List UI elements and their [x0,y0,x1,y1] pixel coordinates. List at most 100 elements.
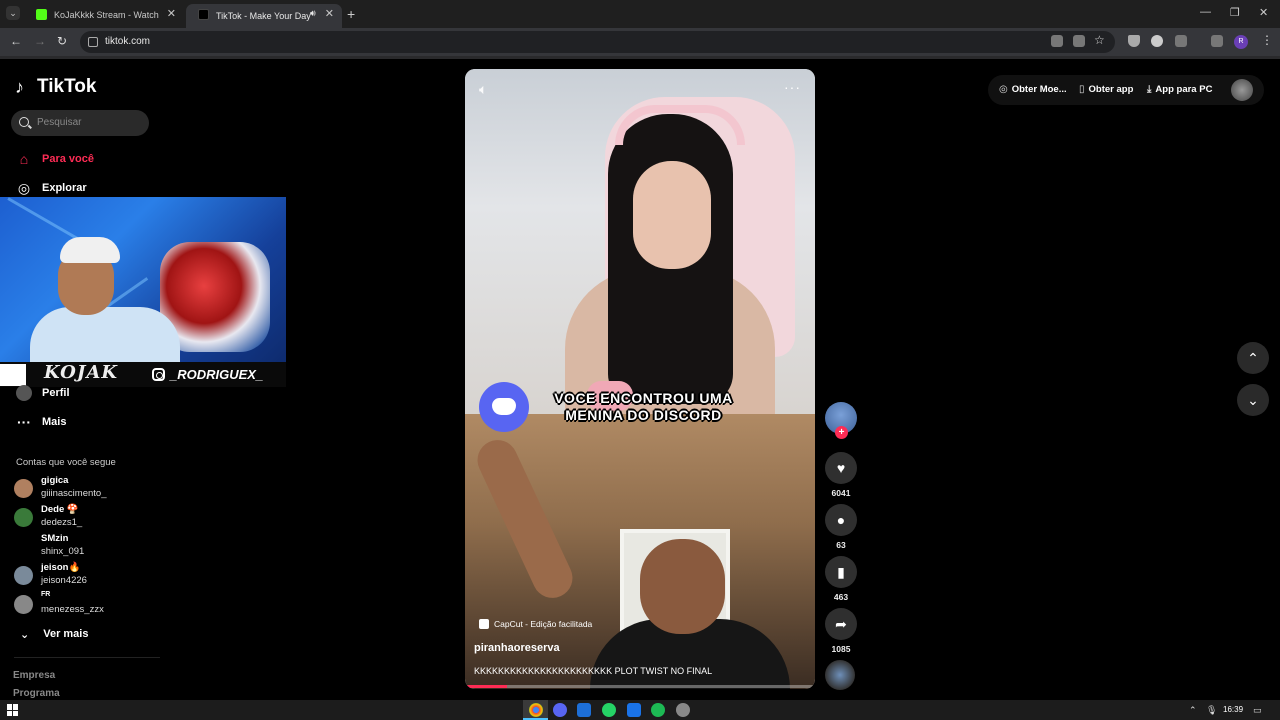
get-coins-button[interactable]: ◎ Obter Moe... [999,84,1067,95]
account-name: SMzin [41,533,69,544]
user-avatar[interactable] [1231,79,1253,101]
get-coins-label: Obter Moe... [1011,84,1067,95]
streamer-logo-text: KOJAK [44,362,118,383]
video-top-frame [465,69,815,419]
notification-icon[interactable]: ▭ [1253,705,1262,716]
discord-icon [479,382,529,432]
capcut-label: CapCut - Edição facilitada [494,619,593,629]
search-placeholder: Pesquisar [37,117,82,128]
address-bar[interactable]: tiktok.com [80,31,1115,53]
save-count: 463 [833,592,849,602]
footer-link-program[interactable]: Programa [13,688,60,699]
streamer-name-band: KOJAK _RODRIGUEX_ [0,362,286,387]
avatar [14,566,33,585]
nav-more[interactable]: ··· Mais [16,414,66,430]
nav-profile-label: Perfil [42,387,70,399]
app-taskbar-icon[interactable] [577,703,591,717]
account-name: gigica [41,475,69,486]
discord-taskbar-icon[interactable] [553,703,567,717]
microphone-icon[interactable]: 🎙︎ [1206,705,1217,716]
like-button[interactable]: ♥ [825,452,857,484]
instagram-handle: _RODRIGUEX_ [152,367,263,382]
save-button[interactable]: ▮ [825,556,857,588]
get-app-label: Obter app [1088,84,1134,95]
more-options-icon[interactable]: ··· [784,79,801,95]
install-app-icon[interactable] [1073,35,1085,47]
video-player[interactable]: VOCE ENCONTROU UMA MENINA DO DISCORD 🔈︎ … [465,69,815,689]
account-username: jeison4226 [41,575,87,586]
video-author[interactable]: piranhaoreserva [474,642,560,654]
account-username: giiinascimento_ [41,488,107,499]
capcut-tag[interactable]: CapCut - Edição facilitada [479,619,592,629]
terminal-icon[interactable] [627,703,641,717]
tab-tiktok[interactable]: TikTok - Make Your Day 🔊︎ ✕ [186,4,342,28]
following-section-title: Contas que você segue [16,457,116,468]
settings-taskbar-icon[interactable] [676,703,690,717]
url-text: tiktok.com [105,36,151,47]
music-disc-icon[interactable] [825,660,855,690]
compass-icon: ◎ [17,180,31,196]
search-input[interactable]: Pesquisar [11,110,149,136]
tiktok-page: ♪ TikTok Pesquisar ⌂ Para você ◎ Explora… [0,59,1280,700]
share-button[interactable]: ➦ [825,608,857,640]
tray-chevron-icon[interactable]: ⌃ [1189,705,1197,716]
follow-plus-icon[interactable]: + [835,426,848,439]
close-tab-icon[interactable]: ✕ [325,7,334,20]
person-face [633,161,711,269]
pc-app-button[interactable]: ⤓ App para PC [1147,84,1212,95]
bookmark-star-icon[interactable]: ☆ [1094,33,1105,47]
tab-search-button[interactable]: ⌄ [6,6,20,20]
band-block [0,364,26,386]
nav-explore-label: Explorar [42,182,87,194]
shield-extension-icon[interactable] [1128,35,1140,47]
nav-profile[interactable]: Perfil [16,385,70,401]
account-username: dedezs1_ [41,517,83,528]
browser-tab-strip: ⌄ KoJaKkkk Stream - Watch Live o ✕ TikTo… [0,0,1280,28]
translate-icon[interactable] [1051,35,1063,47]
comment-button[interactable]: ● [825,504,857,536]
taskbar-clock[interactable]: 16:39 [1223,705,1243,714]
site-info-icon[interactable] [88,37,98,47]
media-controls-icon[interactable] [1211,35,1223,47]
chrome-icon[interactable] [529,703,543,717]
browser-menu-icon[interactable]: ⋮ [1261,33,1273,47]
tab-title: KoJaKkkk Stream - Watch Live o [54,10,162,20]
puzzle-extensions-icon[interactable] [1175,35,1187,47]
avatar [14,479,33,498]
tiktok-logo[interactable]: ♪ TikTok [15,76,96,98]
next-video-button[interactable]: ⌄ [1237,384,1269,416]
overlay-caption: VOCE ENCONTROU UMA MENINA DO DISCORD [554,390,733,423]
see-more-button[interactable]: ⌄ Ver mais [20,628,88,641]
see-more-label: Ver mais [43,628,89,640]
tab-kick-stream[interactable]: KoJaKkkk Stream - Watch Live o ✕ [24,4,184,26]
nav-for-you[interactable]: ⌂ Para você [16,151,94,167]
nav-explore[interactable]: ◎ Explorar [16,180,87,196]
headphones [615,105,745,145]
forward-icon[interactable]: → [34,34,46,48]
previous-video-button[interactable]: ⌃ [1237,342,1269,374]
instagram-icon [152,368,165,381]
whatsapp-icon[interactable] [602,703,616,717]
video-progress-fill [465,685,507,688]
audio-playing-icon[interactable]: 🔊︎ [310,8,316,19]
close-window-icon[interactable]: ✕ [1259,6,1268,19]
new-tab-button[interactable]: + [347,6,355,22]
streamer-webcam-overlay [0,197,286,362]
extension-icon[interactable] [1151,35,1163,47]
nav-more-label: Mais [42,416,67,428]
minimize-icon[interactable]: — [1200,6,1211,18]
get-app-button[interactable]: ▯ Obter app [1079,84,1133,95]
close-tab-icon[interactable]: ✕ [167,7,176,20]
restore-icon[interactable]: ❐ [1230,6,1240,19]
video-description: KKKKKKKKKKKKKKKKKKKKKKK PLOT TWIST NO FI… [474,666,713,676]
spotify-icon[interactable] [651,703,665,717]
like-count: 6041 [831,488,851,498]
browser-profile-avatar[interactable]: R [1234,35,1248,49]
windows-start-icon[interactable] [7,704,19,716]
footer-link-company[interactable]: Empresa [13,670,55,681]
capcut-icon [479,619,489,629]
volume-icon[interactable]: 🔈︎ [479,81,487,98]
video-progress-bar[interactable] [465,685,815,688]
back-icon[interactable]: ← [10,34,22,48]
reload-icon[interactable]: ↻ [57,34,67,48]
